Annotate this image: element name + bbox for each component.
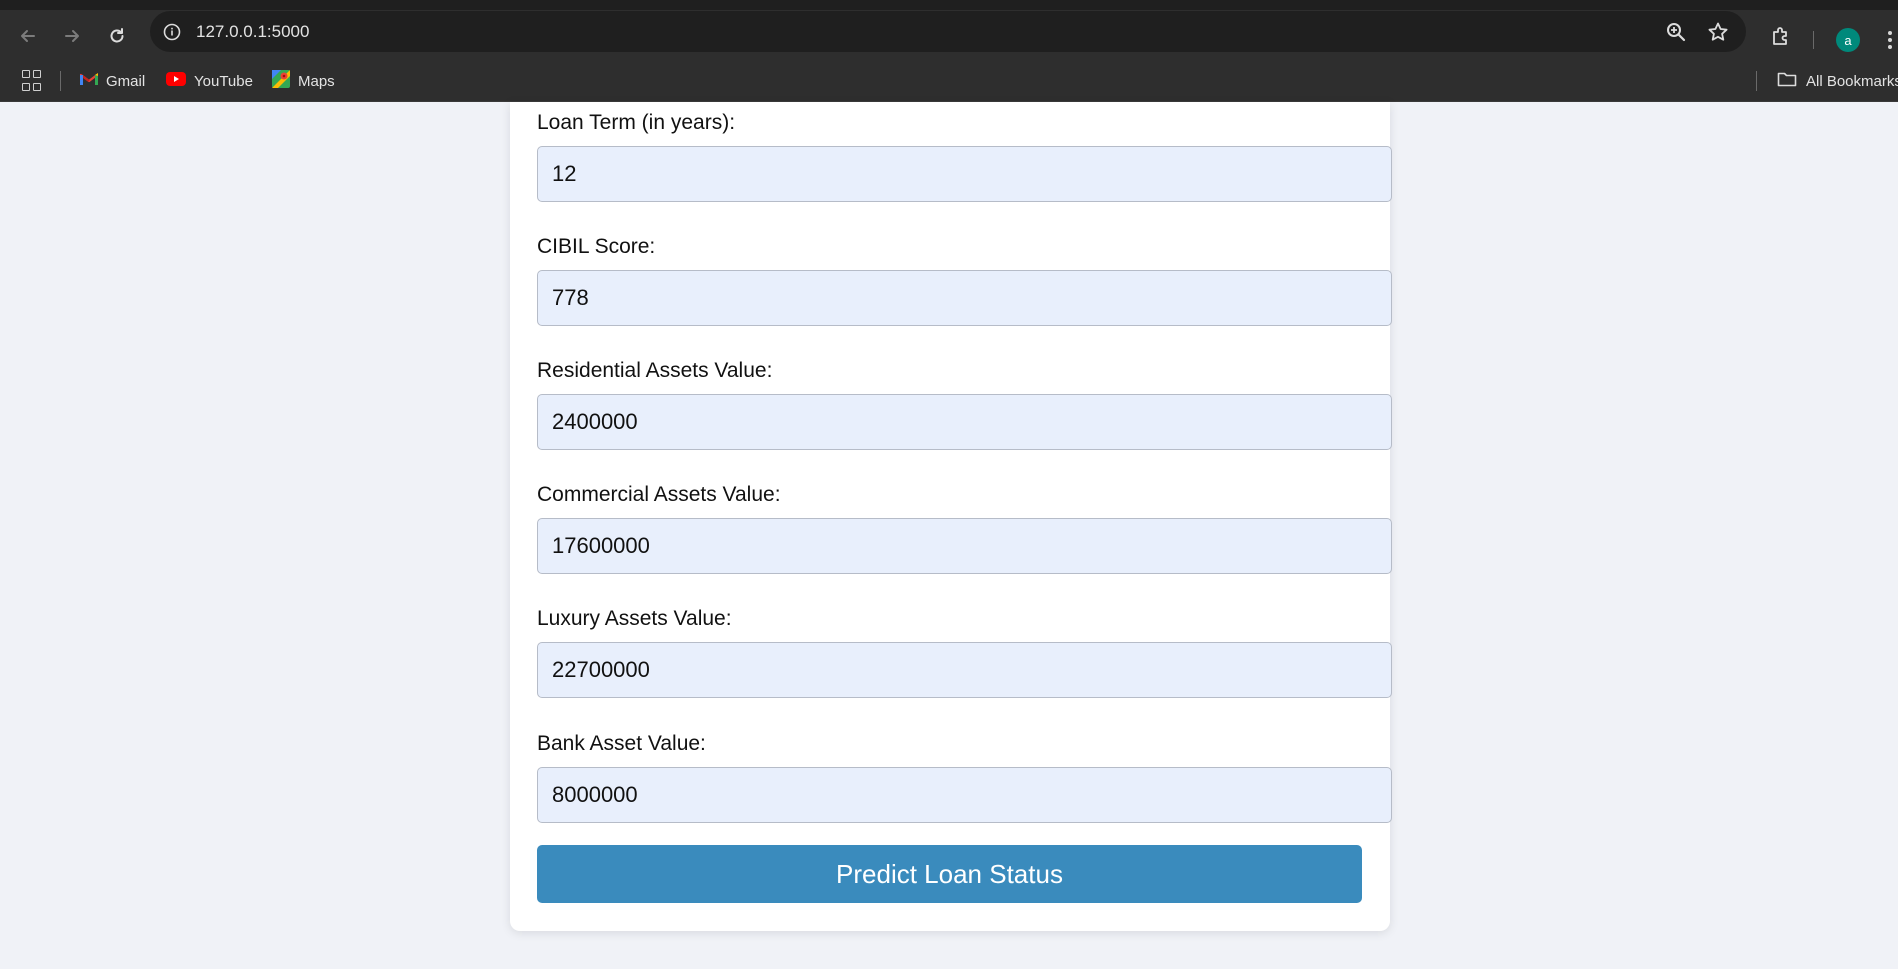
luxury-assets-input[interactable]: 22700000 — [537, 642, 1392, 698]
gmail-icon — [79, 72, 99, 90]
tab-strip — [0, 0, 1898, 10]
residential-assets-label: Residential Assets Value: — [537, 359, 773, 382]
bookmark-label: Maps — [298, 72, 335, 90]
luxury-assets-label: Luxury Assets Value: — [537, 607, 732, 630]
profile-avatar[interactable]: a — [1836, 28, 1860, 52]
bookmark-youtube[interactable]: YouTube — [166, 71, 253, 91]
bank-assets-label: Bank Asset Value: — [537, 732, 706, 755]
bookmarks-bar: Gmail YouTube Maps All Bookmarks — [0, 60, 1898, 102]
bank-assets-input[interactable]: 8000000 — [537, 767, 1392, 823]
maps-icon — [272, 70, 290, 92]
toolbar-divider — [1813, 31, 1814, 49]
zoom-icon[interactable] — [1663, 19, 1689, 45]
commercial-assets-label: Commercial Assets Value: — [537, 483, 781, 506]
bookmark-label: Gmail — [106, 72, 146, 90]
loan-form-card: Loan Term (in years): 12 CIBIL Score: 77… — [510, 102, 1392, 931]
back-icon[interactable] — [14, 22, 42, 50]
site-info-icon[interactable] — [161, 21, 183, 43]
folder-icon — [1777, 71, 1797, 91]
menu-icon[interactable] — [1884, 26, 1896, 54]
star-icon[interactable] — [1705, 19, 1731, 45]
predict-loan-status-button[interactable]: Predict Loan Status — [537, 845, 1362, 903]
apps-icon[interactable] — [22, 70, 44, 92]
forward-icon[interactable] — [58, 22, 86, 50]
all-bookmarks-label: All Bookmarks — [1806, 72, 1898, 90]
browser-toolbar: 127.0.0.1:5000 a — [0, 10, 1898, 60]
address-bar[interactable]: 127.0.0.1:5000 — [150, 11, 1746, 52]
all-bookmarks-button[interactable]: All Bookmarks — [1777, 71, 1898, 91]
cibil-score-label: CIBIL Score: — [537, 235, 656, 258]
cibil-score-input[interactable]: 778 — [537, 270, 1392, 326]
bookmark-label: YouTube — [194, 72, 253, 90]
reload-icon[interactable] — [103, 22, 131, 50]
bookmark-gmail[interactable]: Gmail — [79, 71, 146, 91]
youtube-icon — [166, 72, 186, 90]
loan-term-input[interactable]: 12 — [537, 146, 1392, 202]
bookmarks-divider — [60, 71, 61, 91]
bookmark-maps[interactable]: Maps — [272, 70, 335, 92]
extensions-icon[interactable] — [1767, 22, 1795, 50]
loan-term-label: Loan Term (in years): — [537, 111, 736, 134]
bookmarks-divider — [1756, 71, 1757, 91]
commercial-assets-input[interactable]: 17600000 — [537, 518, 1392, 574]
url-text[interactable]: 127.0.0.1:5000 — [196, 21, 309, 42]
residential-assets-input[interactable]: 2400000 — [537, 394, 1392, 450]
